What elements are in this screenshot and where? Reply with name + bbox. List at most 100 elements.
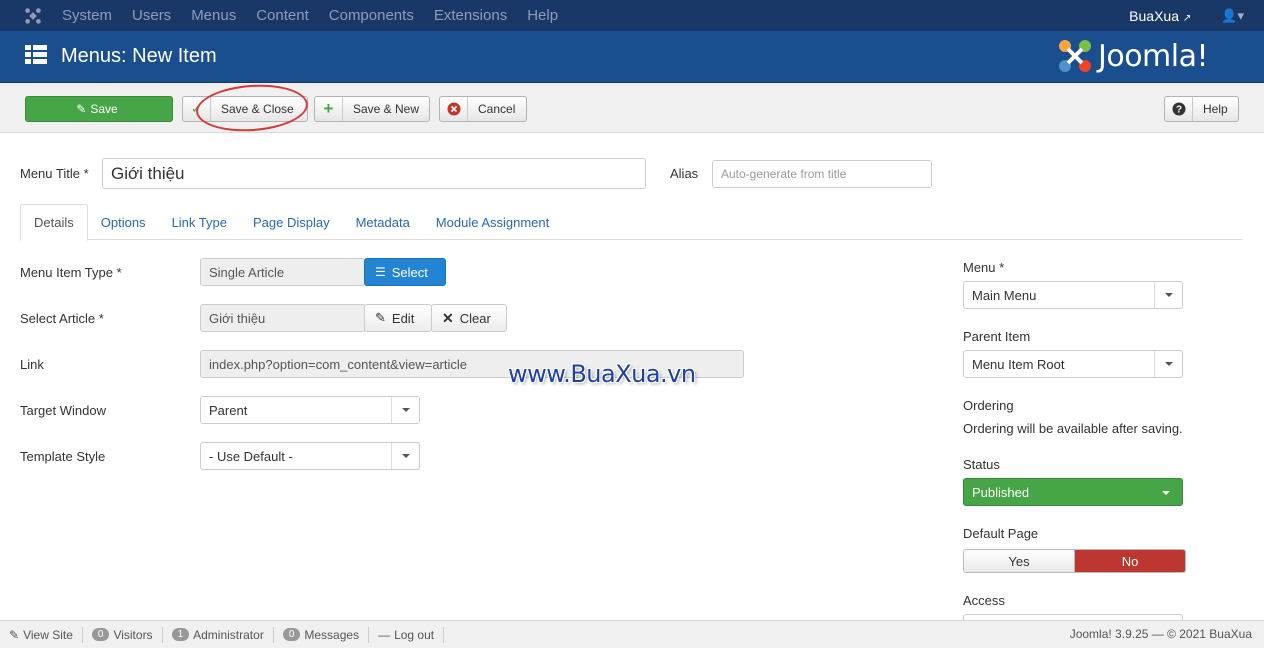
- select-article-label: Select Article *: [20, 311, 104, 326]
- administrator-label: Administrator: [193, 627, 264, 642]
- ordering-note: Ordering will be available after saving.: [963, 421, 1183, 436]
- visitors-label: Visitors: [113, 627, 153, 642]
- menu-select[interactable]: Main Menu: [963, 281, 1183, 309]
- link-label: Link: [20, 357, 44, 372]
- save-button[interactable]: ✎ Save: [25, 96, 173, 122]
- messages-badge: 0: [282, 628, 301, 641]
- tab-bar: Details Options Link Type Page Display M…: [20, 204, 1242, 241]
- tab-page-display[interactable]: Page Display: [240, 204, 343, 240]
- visitors-badge: 0: [91, 628, 110, 641]
- site-link[interactable]: BuaXua ↗: [1129, 8, 1191, 24]
- clear-label: Clear: [459, 310, 491, 326]
- edit-article-button[interactable]: ✎ Edit: [364, 304, 432, 332]
- menu-title-input[interactable]: Giới thiệu: [102, 158, 646, 189]
- default-page-no[interactable]: No: [1075, 550, 1185, 572]
- template-style-label: Template Style: [20, 449, 106, 464]
- cancel-circle-icon: [440, 97, 468, 121]
- view-site-label: View Site: [23, 627, 73, 642]
- chevron-down-icon: [391, 397, 419, 423]
- visitors-link[interactable]: 0 Visitors: [83, 626, 163, 643]
- menu-content[interactable]: Content: [256, 7, 309, 24]
- watermark-text: www.BuaXua.vn: [508, 360, 696, 388]
- cancel-button[interactable]: Cancel: [439, 96, 527, 122]
- admin-badge: 1: [171, 628, 190, 641]
- chevron-down-icon: [1154, 282, 1182, 308]
- tab-details[interactable]: Details: [20, 204, 88, 241]
- list-icon: ☰: [375, 265, 386, 279]
- template-style-value: - Use Default -: [209, 448, 293, 464]
- logout-link[interactable]: — Log out: [369, 626, 445, 643]
- menu-label: Menu *: [963, 260, 1005, 275]
- chevron-down-icon: [1154, 351, 1182, 377]
- menu-extensions[interactable]: Extensions: [434, 7, 507, 24]
- page-header: Menus: New Item Joomla!: [0, 31, 1264, 83]
- messages-link[interactable]: 0 Messages: [274, 626, 370, 643]
- question-icon: ?: [1165, 97, 1193, 121]
- target-window-select[interactable]: Parent: [200, 396, 420, 424]
- cancel-label: Cancel: [478, 102, 516, 116]
- menu-components[interactable]: Components: [329, 7, 414, 24]
- tab-metadata[interactable]: Metadata: [343, 204, 423, 240]
- administrator-link[interactable]: 1 Administrator: [163, 626, 274, 643]
- select-article-field: Giới thiệu: [200, 304, 366, 332]
- tab-link-type[interactable]: Link Type: [159, 204, 240, 240]
- version-text: Joomla! 3.9.25 — © 2021 BuaXua: [1069, 627, 1252, 641]
- external-link-icon: ✎: [9, 627, 20, 642]
- top-menu: System Users Menus Content Components Ex…: [62, 7, 578, 24]
- alias-input[interactable]: Auto-generate from title: [712, 160, 932, 188]
- menu-value: Main Menu: [972, 287, 1037, 303]
- edit-icon: ✎: [375, 310, 386, 325]
- edit-label: Edit: [391, 310, 415, 326]
- joomla-logo-icon[interactable]: [24, 7, 42, 25]
- top-navbar: System Users Menus Content Components Ex…: [0, 0, 1264, 31]
- tab-options[interactable]: Options: [88, 204, 159, 240]
- status-select[interactable]: Published: [963, 478, 1183, 506]
- status-label: Status: [963, 457, 1000, 472]
- select-label: Select: [391, 264, 428, 280]
- joomla-brand: Joomla!: [1056, 37, 1209, 75]
- parent-item-label: Parent Item: [963, 329, 1031, 344]
- ordering-label: Ordering: [963, 398, 1014, 413]
- save-label: Save: [90, 102, 118, 116]
- target-window-value: Parent: [209, 402, 248, 418]
- status-value: Published: [972, 484, 1030, 500]
- menu-help[interactable]: Help: [527, 7, 558, 24]
- chevron-down-icon: [1162, 491, 1170, 495]
- external-link-icon: ↗: [1182, 12, 1192, 24]
- site-name: BuaXua: [1129, 7, 1179, 24]
- toolbar: ✎ Save ✓ Save & Close + Save & New Cance…: [0, 83, 1264, 133]
- menu-users[interactable]: Users: [132, 7, 171, 24]
- clear-article-button[interactable]: ✕ Clear: [431, 304, 507, 332]
- menu-system[interactable]: System: [62, 7, 112, 24]
- logout-label: Log out: [394, 627, 435, 642]
- default-page-yes[interactable]: Yes: [964, 550, 1075, 572]
- menu-menus[interactable]: Menus: [191, 7, 236, 24]
- messages-label: Messages: [304, 627, 360, 642]
- parent-item-select[interactable]: Menu Item Root: [963, 350, 1183, 378]
- menu-item-type-field: Single Article: [200, 258, 366, 286]
- save-new-label: Save & New: [352, 102, 420, 116]
- joomla-wordmark: Joomla!: [1098, 38, 1209, 74]
- close-icon: ✕: [442, 309, 454, 326]
- template-style-select[interactable]: - Use Default -: [200, 442, 420, 470]
- list-menu-icon: [25, 45, 47, 64]
- menu-title-label: Menu Title *: [20, 166, 89, 181]
- save-new-button[interactable]: + Save & New: [314, 96, 430, 122]
- select-type-button[interactable]: ☰ Select: [364, 258, 446, 286]
- tab-module-assignment[interactable]: Module Assignment: [423, 204, 562, 240]
- edit-icon: ✎: [76, 102, 87, 116]
- user-area: BuaXua ↗ 👤▾: [1129, 0, 1244, 31]
- help-label: Help: [1203, 102, 1228, 116]
- help-button[interactable]: ? Help: [1164, 96, 1239, 122]
- default-page-toggle: Yes No: [963, 549, 1186, 573]
- parent-item-value: Menu Item Root: [972, 356, 1065, 372]
- plus-icon: +: [315, 97, 343, 121]
- access-label: Access: [963, 593, 1005, 608]
- menu-item-type-label: Menu Item Type *: [20, 265, 122, 280]
- user-menu-icon[interactable]: 👤▾: [1221, 8, 1244, 24]
- minus-icon: —: [378, 627, 391, 642]
- view-site-link[interactable]: ✎ View Site: [0, 626, 83, 643]
- chevron-down-icon: [391, 443, 419, 469]
- target-window-label: Target Window: [20, 403, 106, 418]
- page-title: Menus: New Item: [61, 45, 217, 67]
